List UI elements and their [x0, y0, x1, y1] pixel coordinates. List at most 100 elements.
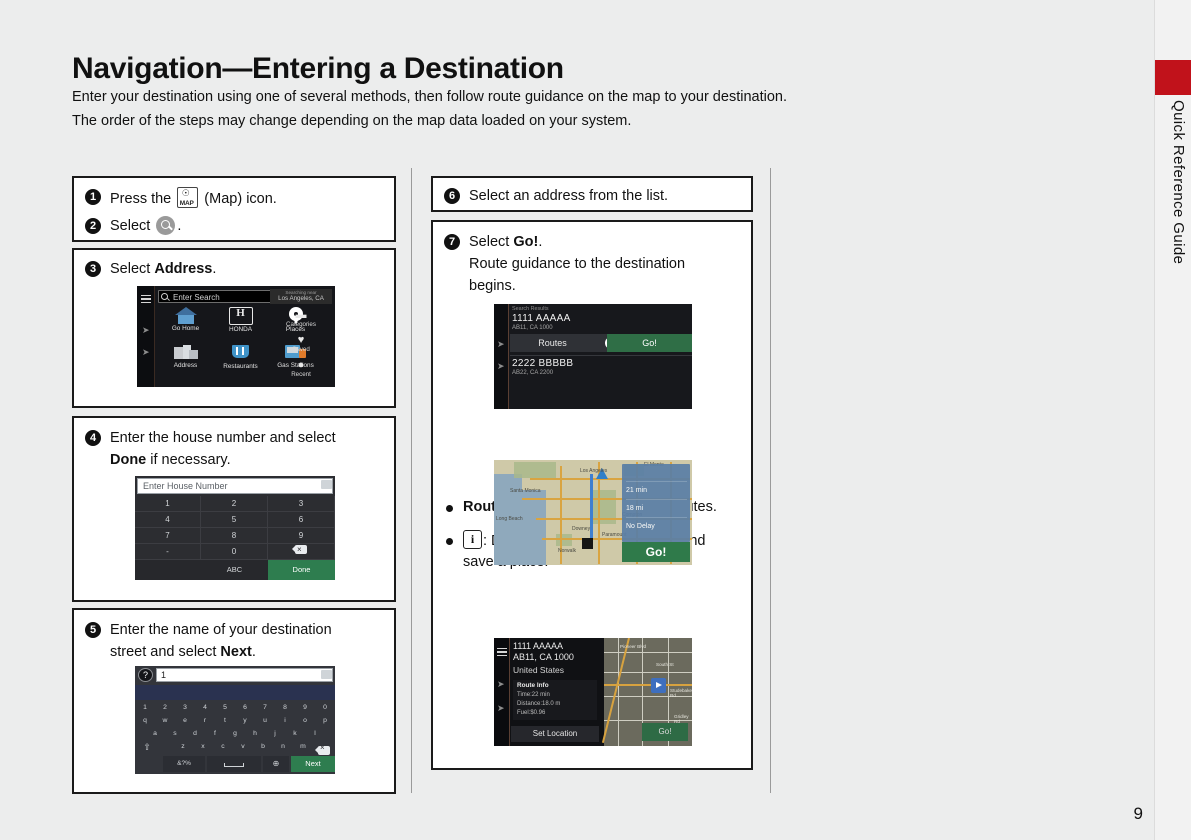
result-1-name[interactable]: 1111 AAAAA — [512, 313, 571, 324]
searching-near-badge[interactable]: Searching near Los Angeles, CA — [270, 289, 332, 304]
key-e[interactable]: e — [175, 717, 195, 724]
key-x[interactable]: x — [193, 743, 213, 750]
shift-icon[interactable]: ⇧ — [137, 742, 157, 753]
dest-go-button[interactable]: Go! — [642, 723, 688, 741]
key-6[interactable]: 6 — [235, 704, 255, 711]
keypad-key-3[interactable]: 3 — [268, 496, 335, 512]
bullet-dot — [446, 538, 453, 546]
key-7[interactable]: 7 — [255, 704, 275, 711]
dest-name: 1111 AAAAA — [513, 641, 564, 651]
route-line — [590, 474, 593, 544]
key-y[interactable]: y — [235, 717, 255, 724]
heart-icon: ♥ — [297, 334, 305, 346]
key-3[interactable]: 3 — [175, 704, 195, 711]
keypad-key-1[interactable]: 1 — [135, 496, 201, 512]
result-2-name[interactable]: 2222 BBBBB — [512, 358, 573, 369]
nav-side-categories[interactable]: ▬ Categories — [269, 309, 333, 328]
keypad-done-button[interactable]: Done — [268, 560, 335, 580]
street-name-input[interactable]: 1 — [156, 668, 333, 682]
key-m[interactable]: m — [293, 743, 313, 750]
route-option-row[interactable] — [626, 464, 687, 482]
key-i[interactable]: i — [275, 717, 295, 724]
nav-tile-honda[interactable]: HONDA — [213, 307, 268, 333]
keypad-key-4[interactable]: 4 — [135, 512, 201, 528]
key-w[interactable]: w — [155, 717, 175, 724]
nav-tile-go-home[interactable]: Go Home — [158, 307, 213, 332]
route-option-traffic[interactable]: No Delay — [626, 518, 687, 535]
key-n[interactable]: n — [273, 743, 293, 750]
nav-tile-restaurants[interactable]: Restaurants — [213, 345, 268, 370]
keypad-key-8[interactable]: 8 — [201, 528, 268, 544]
keyboard-next-button[interactable]: Next — [291, 756, 335, 772]
key-l[interactable]: l — [305, 730, 325, 737]
key-s[interactable]: s — [165, 730, 185, 737]
key-p[interactable]: p — [315, 717, 335, 724]
key-b[interactable]: b — [253, 743, 273, 750]
key-q[interactable]: q — [135, 717, 155, 724]
key-a[interactable]: a — [145, 730, 165, 737]
keypad-key-7[interactable]: 7 — [135, 528, 201, 544]
go-button[interactable]: Go! — [607, 334, 692, 352]
key-f[interactable]: f — [205, 730, 225, 737]
route-option-time[interactable]: 21 min — [626, 482, 687, 500]
keypad-key-0[interactable]: 0 — [201, 544, 268, 560]
key-1[interactable]: 1 — [135, 704, 155, 711]
key-g[interactable]: g — [225, 730, 245, 737]
key-d[interactable]: d — [185, 730, 205, 737]
language-globe-icon[interactable]: ⊕ — [263, 756, 289, 772]
keypad-abc-button[interactable]: ABC — [201, 560, 268, 580]
set-location-button[interactable]: Set Location — [511, 726, 599, 742]
route-info-fuel: Fuel:$0.96 — [517, 710, 546, 716]
step-number-7: 7 — [444, 234, 460, 250]
page-title: Navigation—Entering a Destination — [72, 52, 564, 85]
nav-tile-address[interactable]: Address — [158, 345, 213, 369]
step-1-pre: Press the — [110, 191, 176, 207]
key-o[interactable]: o — [295, 717, 315, 724]
menu-icon[interactable] — [140, 295, 151, 304]
key-r[interactable]: r — [195, 717, 215, 724]
key-8[interactable]: 8 — [275, 704, 295, 711]
route-option-label: 21 min — [626, 487, 648, 494]
scroll-down-icon[interactable]: ➤ — [142, 348, 150, 357]
nav-side-recent[interactable]: ● Recent — [269, 359, 333, 378]
key-2[interactable]: 2 — [155, 704, 175, 711]
routes-button[interactable]: Routes — [510, 334, 595, 352]
key-h[interactable]: h — [245, 730, 265, 737]
key-t[interactable]: t — [215, 717, 235, 724]
key-z[interactable]: z — [173, 743, 193, 750]
key-9[interactable]: 9 — [295, 704, 315, 711]
scroll-down-icon[interactable]: ➤ — [497, 362, 505, 371]
keypad-key-dash[interactable]: - — [135, 544, 201, 560]
key-4[interactable]: 4 — [195, 704, 215, 711]
keypad-key-2[interactable]: 2 — [201, 496, 268, 512]
map-go-button[interactable]: Go! — [622, 542, 690, 562]
scroll-down-icon[interactable]: ➤ — [497, 704, 505, 713]
key-v[interactable]: v — [233, 743, 253, 750]
space-key[interactable] — [207, 756, 261, 772]
clear-input-icon[interactable] — [321, 670, 332, 679]
backspace-icon — [292, 542, 307, 558]
key-u[interactable]: u — [255, 717, 275, 724]
keypad-key-6[interactable]: 6 — [268, 512, 335, 528]
keypad-backspace-key[interactable] — [268, 542, 335, 560]
symbols-key[interactable]: &?% — [163, 756, 205, 772]
key-5[interactable]: 5 — [215, 704, 235, 711]
help-icon[interactable]: ? — [138, 668, 153, 682]
scroll-up-icon[interactable]: ➤ — [142, 326, 150, 335]
menu-icon[interactable] — [496, 648, 507, 657]
nav-side-saved[interactable]: ♥ Saved — [269, 334, 333, 353]
route-option-distance[interactable]: 18 mi — [626, 500, 687, 518]
step-3-text: Select Address. — [110, 259, 216, 281]
key-c[interactable]: c — [213, 743, 233, 750]
scroll-up-icon[interactable]: ➤ — [497, 680, 505, 689]
house-number-input[interactable]: Enter House Number — [137, 478, 333, 494]
key-k[interactable]: k — [285, 730, 305, 737]
keypad-key-5[interactable]: 5 — [201, 512, 268, 528]
nav-search-icon — [161, 293, 168, 300]
map-icon-label: MAP — [179, 200, 194, 207]
key-0[interactable]: 0 — [315, 704, 335, 711]
clear-input-icon[interactable] — [321, 480, 332, 489]
scroll-up-icon[interactable]: ➤ — [497, 340, 505, 349]
key-j[interactable]: j — [265, 730, 285, 737]
route-option-label: 18 mi — [626, 505, 644, 512]
